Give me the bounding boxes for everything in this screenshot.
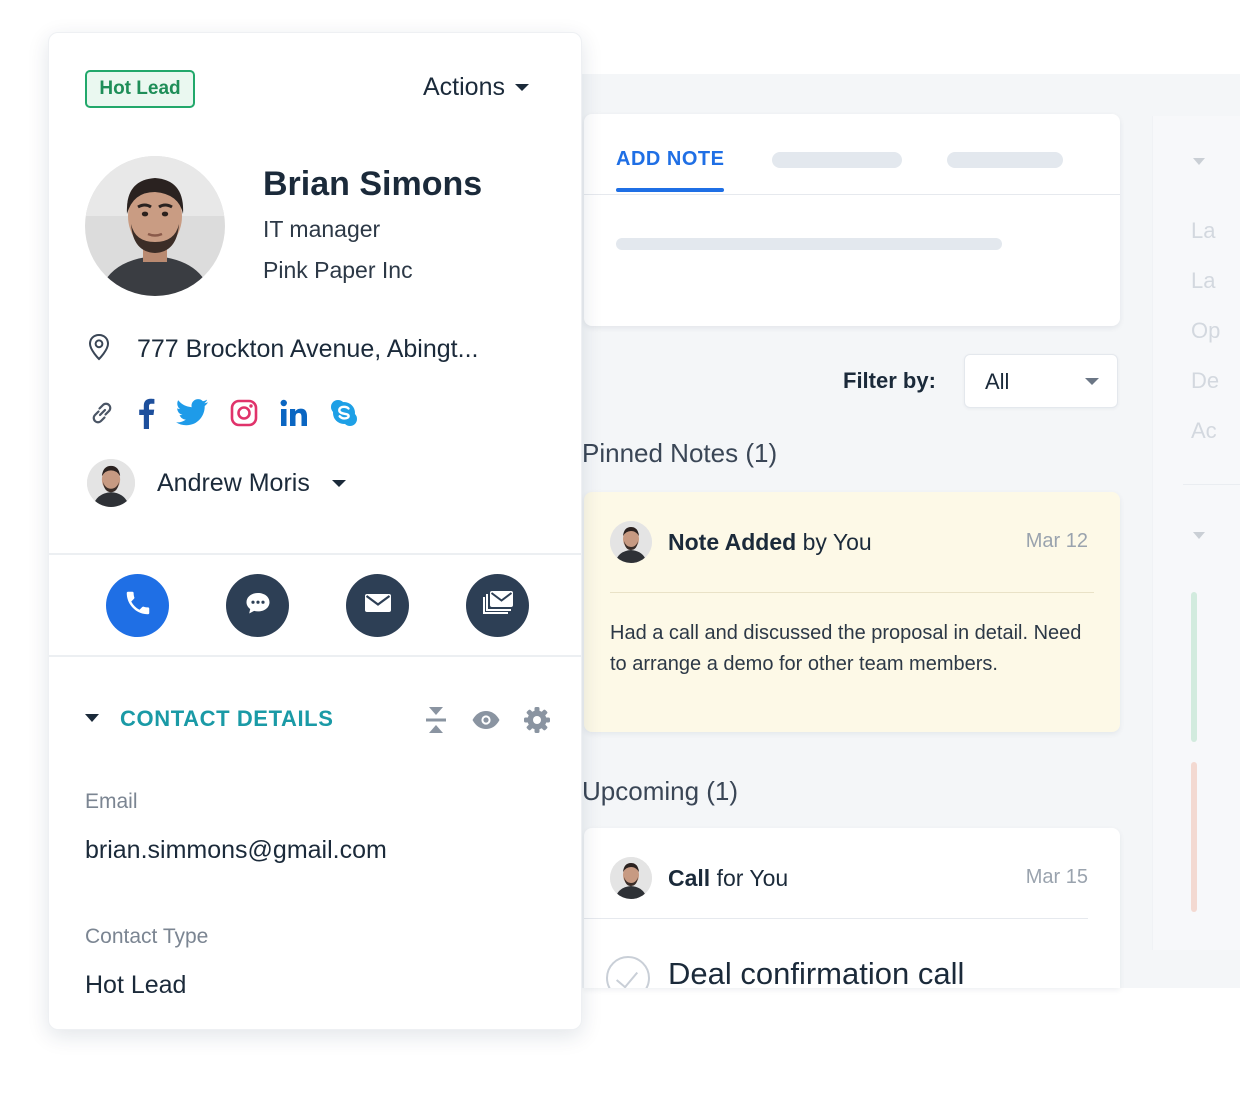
upcoming-activity-card[interactable]: Call for You Mar 15 Deal confirmation ca…: [584, 828, 1120, 988]
section-divider: [49, 655, 581, 657]
profile-photo: [85, 156, 225, 296]
bulk-email-icon: [481, 589, 515, 622]
side-panel-label: La: [1191, 218, 1216, 243]
owner-selector[interactable]: Andrew Moris: [87, 459, 346, 507]
contact-card: Hot Lead Actions Brian Simons IT manager…: [48, 32, 582, 1030]
side-panel-label: La: [1191, 268, 1216, 293]
social-links: [87, 395, 359, 431]
note-title-author: by You: [796, 529, 872, 555]
contact-company[interactable]: Pink Paper Inc: [263, 257, 413, 284]
instagram-icon[interactable]: [229, 395, 259, 431]
location-pin-icon: [87, 333, 111, 366]
avatar: [610, 857, 652, 899]
side-panel-caret-icon: [1193, 158, 1205, 165]
chevron-down-icon: [331, 479, 346, 487]
twitter-icon[interactable]: [175, 395, 209, 431]
pinned-note-card[interactable]: Note Added by You Mar 12 Had a call and …: [584, 492, 1120, 732]
tab-divider: [584, 194, 1120, 195]
contact-name: Brian Simons: [263, 165, 483, 203]
tab-add-note[interactable]: ADD NOTE: [616, 148, 724, 171]
avatar: [87, 459, 135, 507]
gear-icon[interactable]: [523, 706, 551, 734]
side-panel: La La Op De Ac: [1152, 116, 1240, 950]
facebook-icon[interactable]: [137, 395, 155, 431]
activity-title: Call for You: [668, 865, 788, 892]
note-divider: [610, 592, 1094, 593]
task-title[interactable]: Deal confirmation call: [668, 956, 964, 988]
check-icon: [615, 965, 639, 988]
note-title: Note Added by You: [668, 529, 872, 556]
note-editor-card: ADD NOTE: [584, 114, 1120, 326]
note-title-type: Note Added: [668, 529, 797, 555]
bulk-email-button[interactable]: [466, 574, 529, 637]
owner-name: Andrew Moris: [157, 468, 310, 497]
note-date: Mar 12: [1025, 530, 1088, 552]
contact-details-header: CONTACT DETAILS: [85, 705, 551, 733]
avatar: [610, 521, 652, 563]
activity-type: Call: [668, 865, 711, 891]
call-button[interactable]: [106, 574, 169, 637]
complete-task-checkbox[interactable]: [606, 956, 650, 988]
active-tab-indicator: [616, 188, 724, 192]
side-panel-label: Op: [1191, 318, 1221, 343]
caret-down-icon[interactable]: [85, 714, 99, 722]
activity-divider: [584, 918, 1088, 919]
contact-address[interactable]: 777 Brockton Avenue, Abingt...: [137, 335, 478, 364]
collapse-icon[interactable]: [423, 705, 449, 735]
side-panel-green-stripe: [1191, 592, 1197, 742]
email-button[interactable]: [346, 574, 409, 637]
side-panel-caret-icon: [1193, 532, 1205, 539]
tab-placeholder[interactable]: [772, 152, 902, 168]
side-panel-label: De: [1191, 368, 1220, 393]
link-icon[interactable]: [87, 395, 117, 431]
contact-job-title: IT manager: [263, 216, 381, 242]
details-toolbar: [423, 705, 551, 735]
chat-button[interactable]: [226, 574, 289, 637]
filter-label: Filter by:: [843, 368, 936, 393]
chat-icon: [243, 588, 273, 623]
filter-value: All: [985, 369, 1010, 394]
activity-assignee: for You: [710, 865, 789, 891]
linkedin-icon[interactable]: [279, 395, 309, 431]
side-panel-red-stripe: [1191, 762, 1197, 912]
side-panel-divider: [1183, 484, 1240, 485]
actions-dropdown[interactable]: Actions: [423, 73, 529, 102]
tab-placeholder[interactable]: [947, 152, 1063, 168]
address-row: 777 Brockton Avenue, Abingt...: [87, 333, 478, 366]
contact-type-label: Contact Type: [85, 925, 209, 948]
upcoming-heading: Upcoming (1): [582, 776, 739, 806]
chevron-down-icon: [1085, 378, 1099, 385]
contact-details-title[interactable]: CONTACT DETAILS: [120, 706, 334, 732]
email-icon: [363, 591, 393, 620]
filter-select[interactable]: All: [964, 354, 1118, 408]
contact-type-value[interactable]: Hot Lead: [85, 971, 186, 1000]
eye-icon[interactable]: [471, 710, 501, 730]
note-input-placeholder[interactable]: [616, 238, 1002, 250]
side-panel-label: Ac: [1191, 418, 1217, 443]
chevron-down-icon: [514, 84, 529, 91]
pinned-notes-heading: Pinned Notes (1): [582, 438, 778, 468]
email-field-value[interactable]: brian.simmons@gmail.com: [85, 836, 387, 865]
activity-date: Mar 15: [1025, 866, 1088, 888]
email-field-label: Email: [85, 790, 138, 813]
lead-status-badge[interactable]: Hot Lead: [85, 70, 195, 108]
phone-icon: [123, 588, 153, 623]
section-divider: [49, 553, 581, 555]
actions-label: Actions: [423, 73, 505, 101]
note-body: Had a call and discussed the proposal in…: [610, 622, 1082, 675]
skype-icon[interactable]: [329, 395, 359, 431]
communication-actions: [106, 574, 529, 637]
